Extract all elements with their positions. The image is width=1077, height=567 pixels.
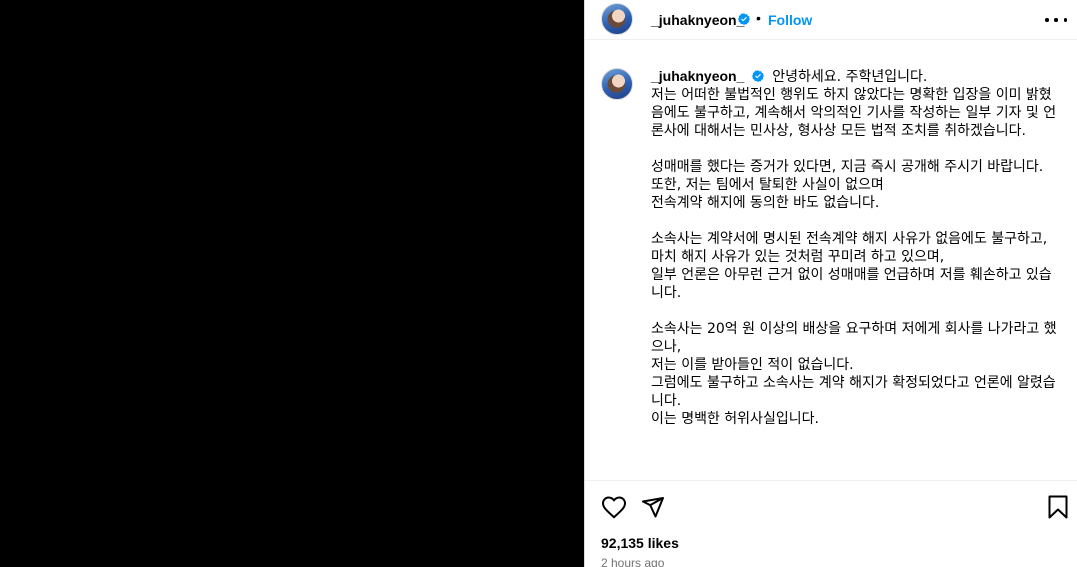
caption-username[interactable]: _juhaknyeon_ (651, 68, 744, 84)
likes-count[interactable]: 92,135 likes (601, 535, 679, 551)
avatar[interactable] (601, 3, 633, 35)
verified-badge-icon (738, 13, 750, 25)
caption-line: 성매매를 했다는 증거가 있다면, 지금 즉시 공개해 주시기 바랍니다. (651, 159, 1044, 175)
caption-line: 일부 언론은 아무런 근거 없이 성매매를 언급하며 저를 훼손하고 있습니다. (651, 267, 1052, 301)
caption-line: 안녕하세요. 주학년입니다. (772, 69, 928, 85)
save-button[interactable] (1047, 495, 1069, 519)
caption-line: 저는 이를 받아들인 적이 없습니다. (651, 357, 854, 373)
share-icon (642, 497, 664, 518)
post-header: _juhaknyeon_ • Follow (585, 0, 1077, 40)
caption-line: ​ (651, 140, 1059, 158)
post-timestamp[interactable]: 2 hours ago (601, 556, 664, 567)
likes-label: likes (643, 535, 679, 551)
caption-line: 저는 어떠한 불법적인 행위도 하지 않았다는 명확한 입장을 이미 밝혔음에도… (651, 87, 1057, 139)
post-media[interactable] (0, 0, 584, 567)
caption-line: 마치 해지 사유가 있는 것처럼 꾸미려 하고 있으며, (651, 249, 945, 265)
likes-number: 92,135 (601, 535, 644, 551)
header-username[interactable]: _juhaknyeon_ (651, 12, 744, 28)
heart-icon (601, 496, 627, 519)
caption-line: ​ (651, 302, 1059, 320)
caption-line: 소속사는 20억 원 이상의 배상을 요구하며 저에게 회사를 나가라고 했으나… (651, 321, 1057, 355)
bookmark-icon (1048, 495, 1068, 519)
caption-area: _juhaknyeon_ 안녕하세요. 주학년입니다. 저는 어떠한 불법적인 … (585, 56, 1077, 480)
more-options-icon (1045, 18, 1049, 22)
verified-badge-icon (751, 70, 764, 82)
post-side-panel: _juhaknyeon_ • Follow _juhaknyeon_ 안녕하세요… (584, 0, 1077, 567)
caption-line: 또한, 저는 팀에서 탈퇴한 사실이 없으며 (651, 177, 884, 193)
caption-line: 그럼에도 불구하고 소속사는 계약 해지가 확정되었다고 언론에 알렸습니다. (651, 375, 1056, 409)
follow-button[interactable]: Follow (768, 12, 812, 28)
action-bar (585, 480, 1077, 532)
caption-text: _juhaknyeon_ 안녕하세요. 주학년입니다. 저는 어떠한 불법적인 … (651, 67, 1059, 428)
like-button[interactable] (601, 495, 627, 519)
caption-line: ​ (651, 212, 1059, 230)
avatar[interactable] (601, 68, 633, 100)
caption-line: 소속사는 계약서에 명시된 전속계약 해지 사유가 없음에도 불구하고, (651, 231, 1048, 247)
more-options-button[interactable] (1045, 10, 1067, 30)
caption-line: 이는 명백한 허위사실입니다. (651, 411, 819, 427)
share-button[interactable] (641, 495, 665, 519)
caption-line: 전속계약 해지에 동의한 바도 없습니다. (651, 195, 880, 211)
separator-dot: • (756, 10, 761, 26)
